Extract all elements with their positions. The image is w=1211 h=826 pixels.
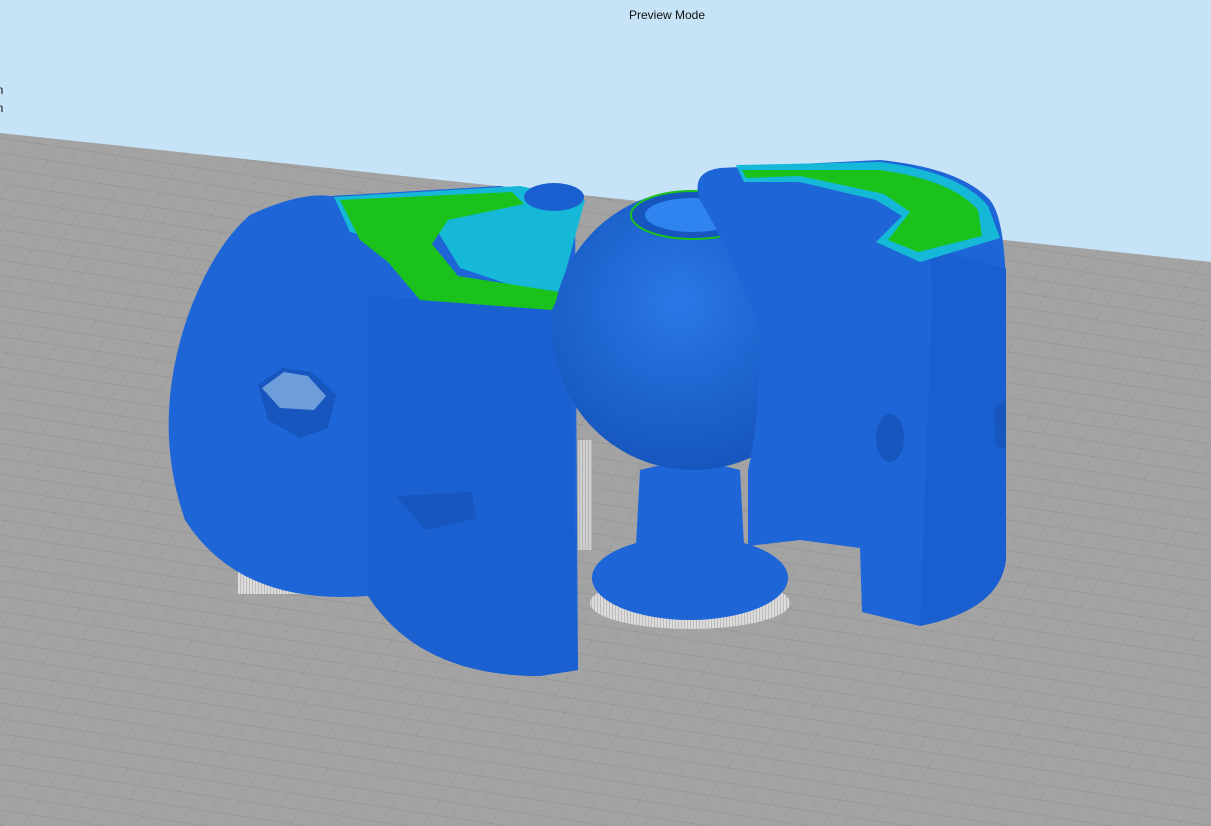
side-panel-label-2[interactable]: on: [0, 101, 3, 115]
3d-viewport[interactable]: [0, 0, 1211, 826]
preview-mode-label: Preview Mode: [628, 8, 706, 22]
side-panel-label-1[interactable]: on: [0, 83, 3, 97]
